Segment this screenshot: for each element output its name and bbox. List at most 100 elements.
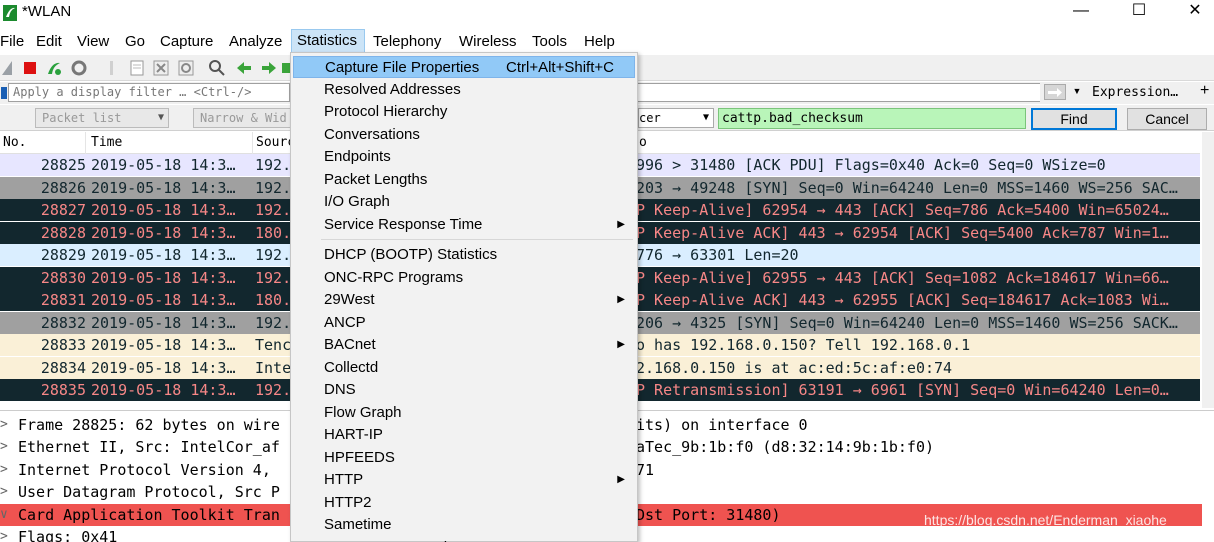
char-width-select[interactable]: Narrow & Wid bbox=[193, 108, 303, 128]
go-back-icon[interactable] bbox=[235, 59, 253, 77]
packet-source: 192. bbox=[255, 178, 292, 197]
menu-item-capture-file-properties[interactable]: Capture File Properties Ctrl+Alt+Shift+C bbox=[293, 56, 635, 78]
menu-item-tcp-stream-graphs[interactable]: TCP Stream Graphs bbox=[293, 537, 635, 542]
packet-info: 996 > 31480 [ACK PDU] Flags=0x40 Ack=0 S… bbox=[636, 156, 1106, 174]
menu-item-ancp[interactable]: ANCP bbox=[293, 312, 635, 334]
column-header-info[interactable]: o bbox=[636, 132, 1200, 154]
fin-icon[interactable] bbox=[0, 59, 18, 77]
maximize-button[interactable]: ☐ bbox=[1116, 0, 1162, 24]
expand-arrow-icon[interactable]: > bbox=[0, 526, 14, 542]
menu-item-endpoints[interactable]: Endpoints bbox=[293, 146, 635, 168]
find-button[interactable]: Find bbox=[1031, 108, 1117, 130]
menu-item-onc-rpc-programs[interactable]: ONC-RPC Programs bbox=[293, 267, 635, 289]
open-file-icon[interactable] bbox=[104, 59, 122, 77]
menu-item-protocol-hierarchy[interactable]: Protocol Hierarchy bbox=[293, 101, 635, 123]
menu-item-label: BACnet bbox=[324, 336, 376, 353]
packet-info: o has 192.168.0.150? Tell 192.168.0.1 bbox=[636, 336, 971, 354]
column-header-time[interactable]: Time bbox=[88, 132, 253, 154]
menu-item-hart-ip[interactable]: HART-IP bbox=[293, 424, 635, 446]
menu-item-shortcut: Ctrl+Alt+Shift+C bbox=[506, 59, 614, 76]
menu-item-29west[interactable]: 29West ▶ bbox=[293, 289, 635, 311]
menu-wireless[interactable]: Wireless bbox=[459, 31, 517, 53]
menu-item-label: TCP Stream Graphs bbox=[324, 539, 460, 542]
menu-item-conversations[interactable]: Conversations bbox=[293, 124, 635, 146]
packet-time: 2019-05-18 14:3… bbox=[91, 268, 236, 287]
menu-analyze[interactable]: Analyze bbox=[229, 31, 282, 53]
display-filter-input[interactable]: Apply a display filter … <Ctrl-/> bbox=[8, 83, 290, 102]
menu-edit[interactable]: Edit bbox=[36, 31, 62, 53]
search-type-select[interactable]: cer ▼ bbox=[638, 108, 714, 128]
expression-button[interactable]: Expression… bbox=[1092, 85, 1178, 100]
submenu-arrow-icon: ▶ bbox=[617, 218, 625, 230]
menu-item-bacnet[interactable]: BACnet ▶ bbox=[293, 334, 635, 356]
menu-item-label: Capture File Properties bbox=[325, 59, 480, 76]
detail-text: Card Application Toolkit Tran bbox=[18, 505, 280, 524]
expand-arrow-icon[interactable]: > bbox=[0, 459, 14, 481]
menu-tools[interactable]: Tools bbox=[532, 31, 567, 53]
detail-text: Internet Protocol Version 4, bbox=[18, 460, 271, 479]
restart-capture-icon[interactable] bbox=[45, 59, 63, 77]
apply-filter-button[interactable] bbox=[1044, 84, 1066, 100]
reload-file-icon[interactable] bbox=[177, 59, 195, 77]
menu-item-i-o-graph[interactable]: I/O Graph bbox=[293, 191, 635, 213]
menu-item-label: DHCP (BOOTP) Statistics bbox=[324, 246, 498, 263]
packet-time: 2019-05-18 14:3… bbox=[91, 223, 236, 242]
packet-source: 180. bbox=[255, 223, 292, 242]
recent-filters-dropdown[interactable]: ▼ bbox=[1070, 84, 1084, 100]
detail-text: Ethernet II, Src: IntelCor_af bbox=[18, 438, 280, 457]
menu-item-dhcp-bootp-statistics[interactable]: DHCP (BOOTP) Statistics bbox=[293, 244, 635, 266]
menu-go[interactable]: Go bbox=[125, 31, 145, 53]
cancel-button[interactable]: Cancel bbox=[1127, 108, 1207, 130]
menu-item-label: Sametime bbox=[324, 516, 392, 533]
menu-item-http[interactable]: HTTP ▶ bbox=[293, 469, 635, 491]
expand-arrow-icon[interactable]: > bbox=[0, 414, 14, 436]
menu-file[interactable]: File bbox=[0, 31, 24, 53]
menu-item-label: DNS bbox=[324, 381, 356, 398]
menu-item-label: HTTP bbox=[324, 471, 364, 488]
packet-number: 28827 bbox=[40, 201, 86, 219]
find-packet-icon[interactable] bbox=[208, 59, 226, 77]
save-file-icon[interactable] bbox=[128, 59, 146, 77]
collapse-arrow-icon[interactable]: ∨ bbox=[0, 504, 14, 526]
menu-statistics[interactable]: Statistics bbox=[291, 29, 365, 53]
menu-item-service-response-time[interactable]: Service Response Time ▶ bbox=[293, 214, 635, 236]
menu-help[interactable]: Help bbox=[584, 31, 615, 53]
search-in-select[interactable]: Packet list ▼ bbox=[35, 108, 169, 128]
search-in-value: Packet list bbox=[42, 111, 122, 125]
menu-item-dns[interactable]: DNS bbox=[293, 379, 635, 401]
packet-source: 192. bbox=[255, 201, 292, 219]
menu-item-hpfeeds[interactable]: HPFEEDS bbox=[293, 447, 635, 469]
capture-options-icon[interactable] bbox=[70, 59, 88, 77]
menu-telephony[interactable]: Telephony bbox=[373, 31, 441, 53]
minimize-button[interactable]: — bbox=[1058, 0, 1104, 24]
expand-arrow-icon[interactable]: > bbox=[0, 481, 14, 503]
bookmark-icon[interactable] bbox=[0, 85, 8, 101]
column-header-source[interactable]: Sourc bbox=[253, 132, 295, 154]
menu-item-label: ONC-RPC Programs bbox=[324, 268, 464, 286]
add-filter-button[interactable]: + bbox=[1200, 82, 1209, 100]
close-file-icon[interactable] bbox=[152, 59, 170, 77]
packet-source: 192. bbox=[255, 156, 292, 174]
detail-text-continued: aTec_9b:1b:f0 (d8:32:14:9b:1b:f0) bbox=[636, 438, 935, 457]
column-header-no[interactable]: No. bbox=[0, 132, 86, 154]
menu-item-sametime[interactable]: Sametime bbox=[293, 514, 635, 536]
stop-capture-icon[interactable] bbox=[21, 59, 39, 77]
menu-item-packet-lengths[interactable]: Packet Lengths bbox=[293, 169, 635, 191]
menu-capture[interactable]: Capture bbox=[160, 31, 213, 53]
menu-view[interactable]: View bbox=[77, 31, 109, 53]
search-input[interactable]: cattp.bad_checksum bbox=[718, 108, 1026, 129]
packet-info: P Keep-Alive ACK] 443 → 62954 [ACK] Seq=… bbox=[636, 223, 1169, 242]
packet-time: 2019-05-18 14:3… bbox=[91, 178, 236, 197]
menu-item-flow-graph[interactable]: Flow Graph bbox=[293, 402, 635, 424]
watermark: https://blog.csdn.net/Enderman_xiaohe bbox=[924, 512, 1167, 528]
display-filter-input-extent[interactable] bbox=[638, 83, 1040, 102]
menu-item-resolved-addresses[interactable]: Resolved Addresses bbox=[293, 79, 635, 101]
chevron-down-icon: ▼ bbox=[157, 112, 164, 123]
go-forward-icon[interactable] bbox=[260, 59, 278, 77]
close-button[interactable]: ✕ bbox=[1172, 0, 1214, 24]
packet-info: 203 → 49248 [SYN] Seq=0 Win=64240 Len=0 … bbox=[636, 178, 1178, 197]
expand-arrow-icon[interactable]: > bbox=[0, 436, 14, 458]
menu-item-http2[interactable]: HTTP2 bbox=[293, 492, 635, 514]
menu-item-collectd[interactable]: Collectd bbox=[293, 357, 635, 379]
packet-list-scrollbar[interactable] bbox=[1202, 132, 1214, 408]
